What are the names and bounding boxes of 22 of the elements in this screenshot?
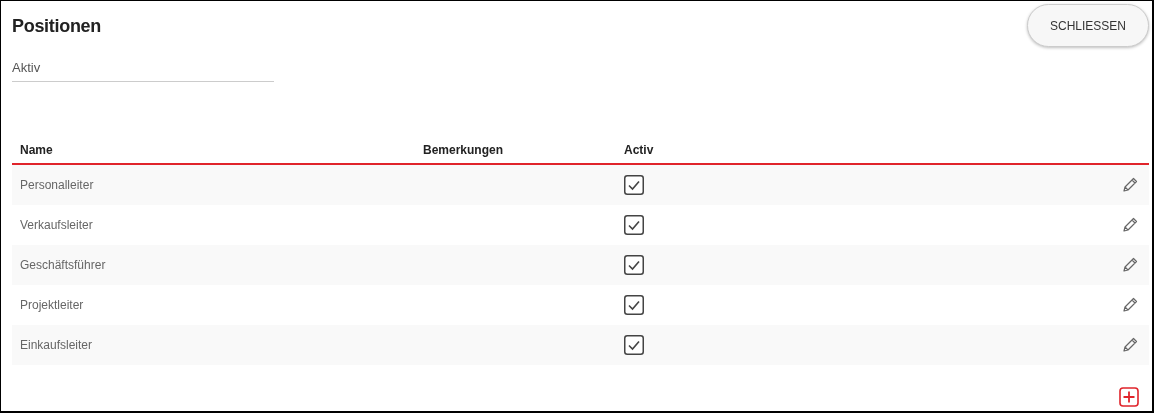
checkbox[interactable] [624,255,644,275]
close-button[interactable]: SCHLIESSEN [1027,4,1149,47]
pencil-icon[interactable] [1121,336,1139,354]
table-cell-text: Projektleiter [19,298,85,312]
checkbox[interactable] [624,295,644,315]
column-header: Name [19,143,54,157]
pencil-icon[interactable] [1121,176,1139,194]
column-header: Activ [623,143,655,157]
filter-field[interactable]: Aktiv [12,60,274,82]
checkbox[interactable] [624,175,644,195]
table-cell-text: Geschäftsführer [19,258,107,272]
table-cell-text: Verkaufsleiter [19,218,94,232]
page-title: Positionen [12,16,101,37]
column-header: Bemerkungen [422,143,505,157]
add-icon[interactable] [1119,387,1139,407]
pencil-icon[interactable] [1121,216,1139,234]
pencil-icon[interactable] [1121,256,1139,274]
checkbox[interactable] [624,335,644,355]
pencil-icon[interactable] [1121,296,1139,314]
table-cell-text: Einkaufsleiter [19,338,94,352]
table-cell-text: Personalleiter [19,178,95,192]
checkbox[interactable] [624,215,644,235]
